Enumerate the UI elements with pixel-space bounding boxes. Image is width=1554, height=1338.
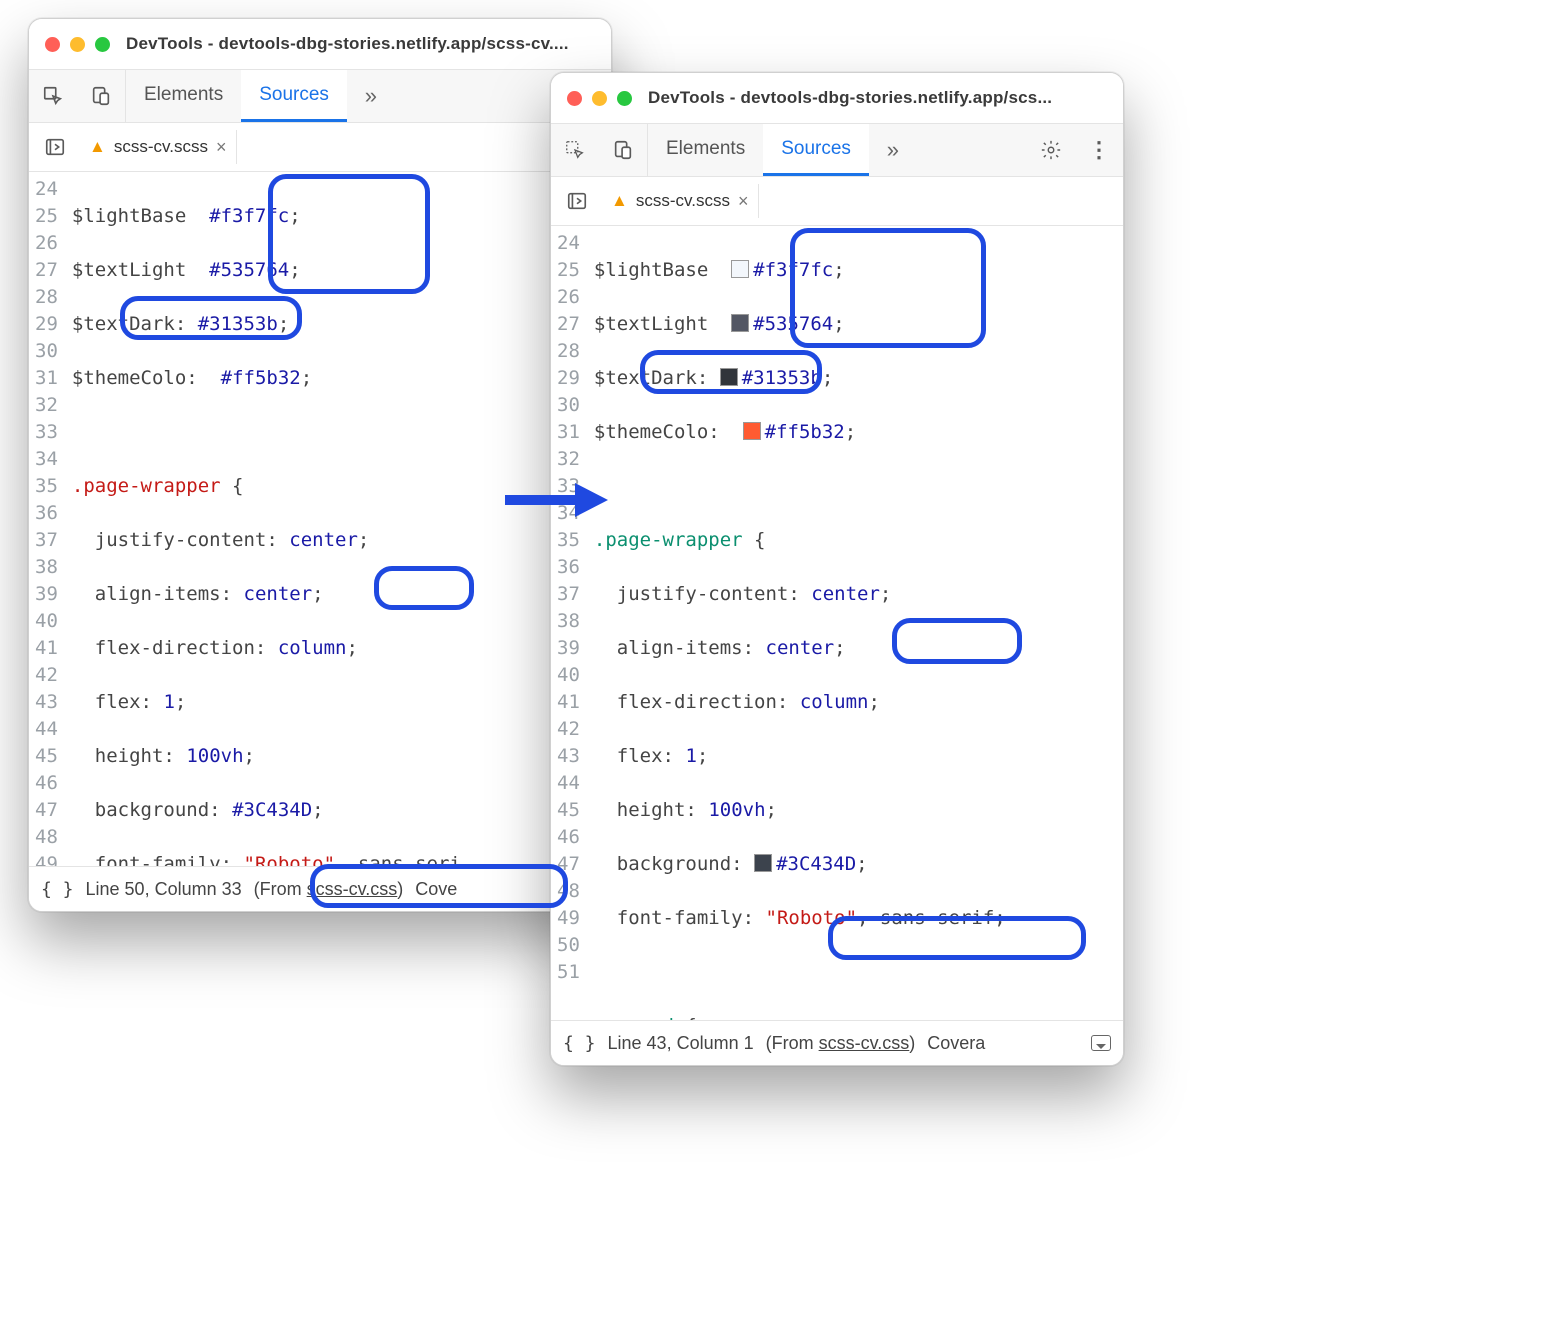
- pretty-print-icon[interactable]: { }: [41, 879, 74, 900]
- cursor-position: Line 50, Column 33: [86, 879, 242, 900]
- source-map-info[interactable]: (From scss-cv.css): [254, 879, 404, 900]
- settings-icon[interactable]: [1027, 124, 1075, 176]
- close-icon[interactable]: [567, 91, 582, 106]
- window-controls: [567, 91, 632, 106]
- sources-toolbar: ▲ scss-cv.scss ×: [29, 123, 611, 172]
- coverage-label: Cove: [415, 879, 457, 900]
- zoom-icon[interactable]: [617, 91, 632, 106]
- close-tab-icon[interactable]: ×: [738, 191, 749, 212]
- gutter: 2425262728293031323334353637383940414243…: [551, 226, 590, 1020]
- titlebar[interactable]: DevTools - devtools-dbg-stories.netlify.…: [29, 19, 611, 70]
- window-title: DevTools - devtools-dbg-stories.netlify.…: [648, 88, 1052, 108]
- warning-icon: ▲: [89, 137, 106, 157]
- color-swatch-icon[interactable]: [720, 368, 738, 386]
- arrow-icon: [500, 475, 610, 525]
- file-name: scss-cv.scss: [114, 137, 208, 157]
- panel-tabs: Elements Sources » ⋮: [551, 124, 1123, 177]
- status-bar: { } Line 50, Column 33 (From scss-cv.css…: [29, 866, 611, 911]
- tab-sources[interactable]: Sources: [763, 124, 869, 176]
- navigator-toggle-icon[interactable]: [35, 127, 75, 167]
- device-toolbar-icon[interactable]: [77, 70, 125, 122]
- minimize-icon[interactable]: [70, 37, 85, 52]
- color-swatch-icon[interactable]: [731, 314, 749, 332]
- drawer-toggle-icon[interactable]: [1091, 1035, 1111, 1051]
- sources-toolbar: ▲ scss-cv.scss ×: [551, 177, 1123, 226]
- devtools-window-left: DevTools - devtools-dbg-stories.netlify.…: [28, 18, 612, 912]
- color-swatch-icon[interactable]: [754, 854, 772, 872]
- zoom-icon[interactable]: [95, 37, 110, 52]
- inspect-element-icon[interactable]: [29, 70, 77, 122]
- more-tabs-icon[interactable]: »: [347, 70, 395, 122]
- more-tabs-icon[interactable]: »: [869, 124, 917, 176]
- color-swatch-icon[interactable]: [743, 422, 761, 440]
- kebab-menu-icon[interactable]: ⋮: [1075, 124, 1123, 176]
- tab-elements[interactable]: Elements: [648, 124, 763, 176]
- tab-sources[interactable]: Sources: [241, 70, 347, 122]
- code-content[interactable]: $lightBase #f3f7fc; $textLight #535764; …: [590, 226, 1123, 1020]
- inspect-element-icon[interactable]: [551, 124, 599, 176]
- gutter: 2425262728293031323334353637383940414243…: [29, 172, 68, 866]
- file-name: scss-cv.scss: [636, 191, 730, 211]
- tab-elements[interactable]: Elements: [126, 70, 241, 122]
- device-toolbar-icon[interactable]: [599, 124, 647, 176]
- coverage-label: Covera: [927, 1033, 985, 1054]
- navigator-toggle-icon[interactable]: [557, 181, 597, 221]
- code-editor[interactable]: 2425262728293031323334353637383940414243…: [551, 226, 1123, 1020]
- file-tab[interactable]: ▲ scss-cv.scss ×: [79, 130, 237, 164]
- file-tab[interactable]: ▲ scss-cv.scss ×: [601, 184, 759, 218]
- source-map-info[interactable]: (From scss-cv.css): [766, 1033, 916, 1054]
- cursor-position: Line 43, Column 1: [608, 1033, 754, 1054]
- window-title: DevTools - devtools-dbg-stories.netlify.…: [126, 34, 569, 54]
- devtools-window-right: DevTools - devtools-dbg-stories.netlify.…: [550, 72, 1124, 1066]
- warning-icon: ▲: [611, 191, 628, 211]
- pretty-print-icon[interactable]: { }: [563, 1033, 596, 1054]
- window-controls: [45, 37, 110, 52]
- status-bar: { } Line 43, Column 1 (From scss-cv.css)…: [551, 1020, 1123, 1065]
- color-swatch-icon[interactable]: [731, 260, 749, 278]
- panel-tabs: Elements Sources »: [29, 70, 611, 123]
- close-tab-icon[interactable]: ×: [216, 137, 227, 158]
- minimize-icon[interactable]: [592, 91, 607, 106]
- close-icon[interactable]: [45, 37, 60, 52]
- titlebar[interactable]: DevTools - devtools-dbg-stories.netlify.…: [551, 73, 1123, 124]
